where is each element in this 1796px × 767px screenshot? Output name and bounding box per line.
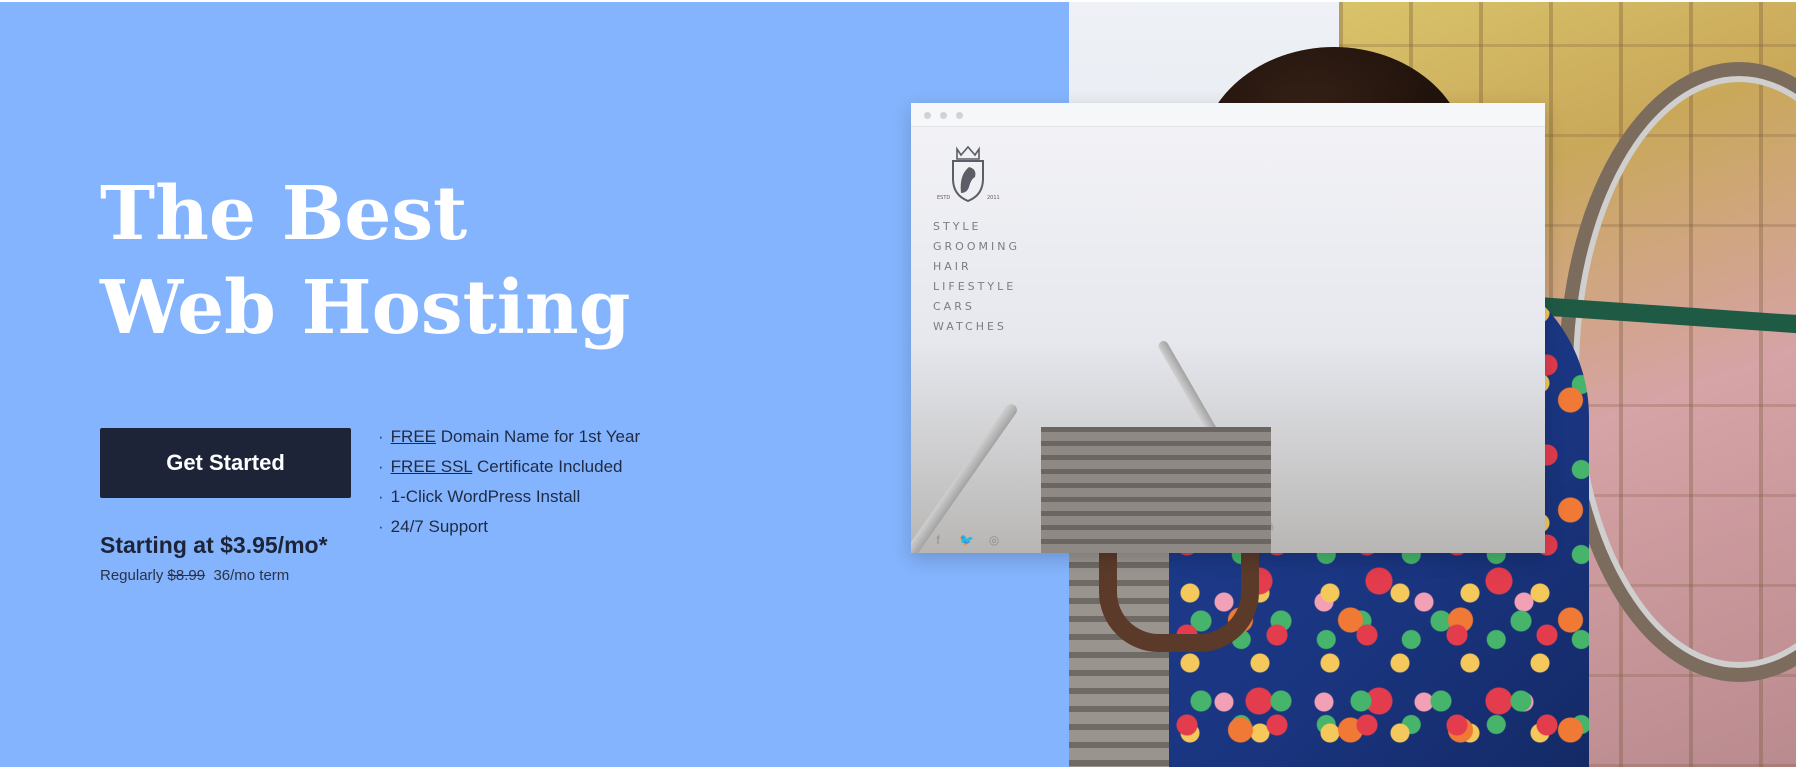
mockup-nav-item: CARS <box>933 300 975 313</box>
term-label: 36/mo term <box>213 567 290 584</box>
feature-item: · FREE Domain Name for 1st Year <box>378 422 640 452</box>
regular-price: $8.99 <box>167 567 206 584</box>
pricing-block: Starting at $3.95/mo* Regularly $8.99 36… <box>100 532 328 584</box>
feature-item: · 1-Click WordPress Install <box>378 482 640 512</box>
mockup-nav-item: GROOMING <box>933 240 1020 253</box>
bullet-icon: · <box>378 517 384 536</box>
website-preview-mockup: ESTD 2011 STYLE GROOMING HAIR LIFESTYLE … <box>911 103 1545 553</box>
mockup-nav-item: HAIR <box>933 260 972 273</box>
mockup-nav: STYLE GROOMING HAIR LIFESTYLE CARS WATCH… <box>933 217 1020 337</box>
free-domain-link[interactable]: FREE <box>391 427 436 446</box>
mockup-nav-item: STYLE <box>933 220 982 233</box>
starting-price: Starting at $3.95/mo* <box>100 532 328 558</box>
crest-logo-icon: ESTD 2011 <box>937 145 1000 203</box>
mockup-handrail <box>911 401 1020 553</box>
bullet-icon: · <box>378 427 384 446</box>
feature-text: Domain Name for 1st Year <box>436 427 641 446</box>
mockup-nav-item: WATCHES <box>933 320 1007 333</box>
headline-line-2: Web Hosting <box>100 265 631 351</box>
window-dot <box>924 112 931 119</box>
regular-label: Regularly <box>100 567 164 584</box>
mockup-stairs <box>1041 427 1271 553</box>
instagram-icon: ◎ <box>988 533 1000 547</box>
hero-section: ESTD 2011 STYLE GROOMING HAIR LIFESTYLE … <box>0 2 1796 767</box>
mockup-nav-item: LIFESTYLE <box>933 280 1017 293</box>
window-dot <box>940 112 947 119</box>
get-started-button[interactable]: Get Started <box>100 428 351 498</box>
feature-item: · 24/7 Support <box>378 512 640 542</box>
feature-text: 24/7 Support <box>390 517 489 536</box>
feature-text: Certificate Included <box>472 457 623 476</box>
window-dot <box>956 112 963 119</box>
facebook-icon: f <box>936 533 940 547</box>
feature-list: · FREE Domain Name for 1st Year · FREE SSL… <box>378 422 640 542</box>
crest-year-right: 2011 <box>987 195 1000 201</box>
bullet-icon: · <box>378 487 384 506</box>
feature-item: · FREE SSL Certificate Included <box>378 452 640 482</box>
hero-background <box>0 2 1069 767</box>
twitter-icon: 🐦 <box>959 533 974 547</box>
browser-titlebar <box>911 103 1545 127</box>
mockup-photo <box>911 127 1545 553</box>
bullet-icon: · <box>378 457 384 476</box>
free-ssl-link[interactable]: FREE SSL <box>391 457 473 476</box>
feature-text: 1-Click WordPress Install <box>390 487 581 506</box>
headline-line-1: The Best <box>100 171 468 257</box>
regular-price-line: Regularly $8.99 36/mo term <box>100 567 328 584</box>
mockup-social-icons: f 🐦 ◎ <box>931 533 1001 547</box>
crest-year-left: ESTD <box>937 195 950 201</box>
hero-headline: The Best Web Hosting <box>100 167 720 355</box>
